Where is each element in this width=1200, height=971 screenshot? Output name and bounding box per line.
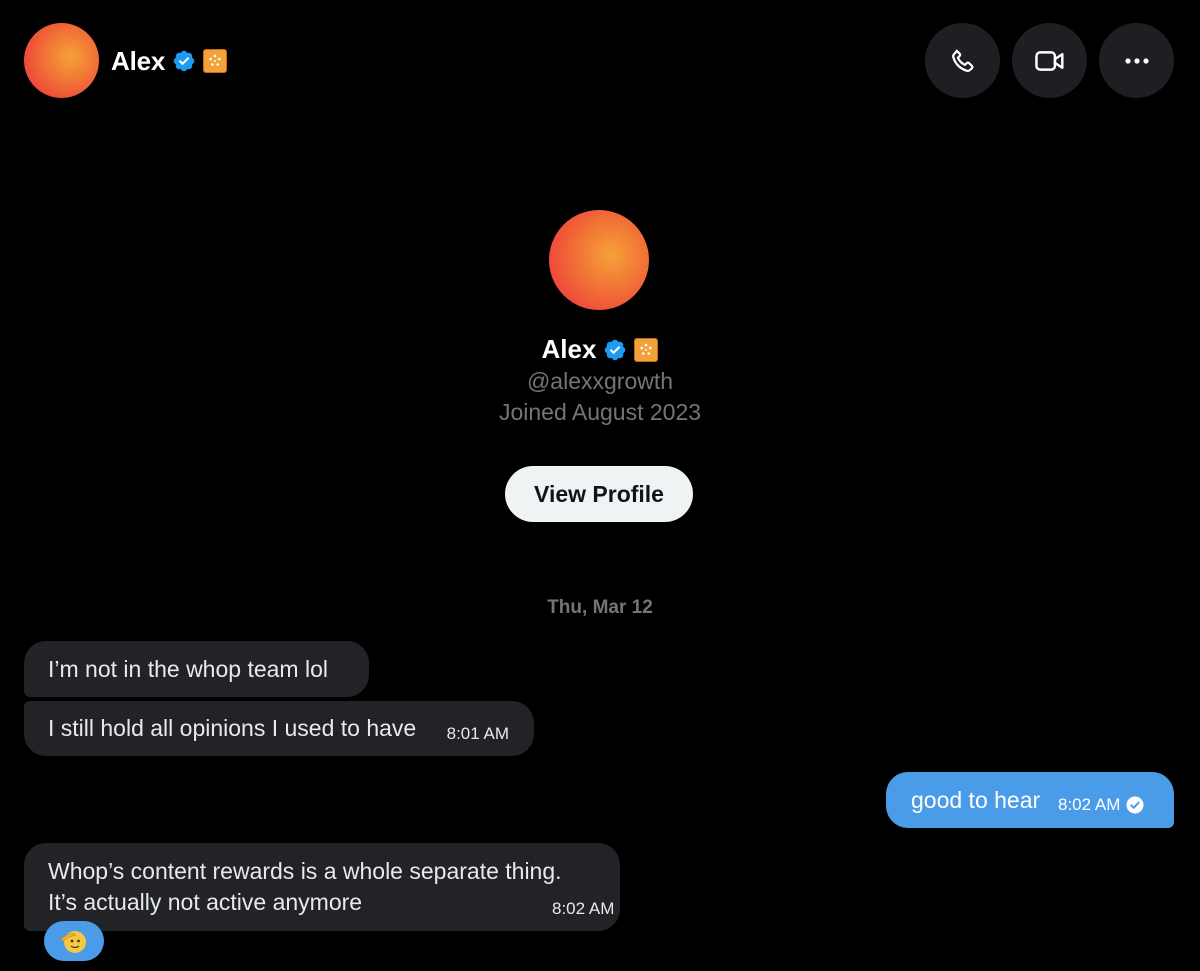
message-text: I’m not in the whop team lol	[48, 656, 328, 682]
header-name: Alex	[111, 45, 166, 76]
profile-name-row: Alex	[0, 334, 1200, 365]
received-message[interactable]: I’m not in the whop team lol	[24, 641, 369, 697]
video-camera-icon	[1034, 50, 1064, 71]
message-text: I still hold all opinions I used to have	[48, 715, 417, 741]
message-reaction[interactable]	[44, 921, 104, 961]
verified-badge-icon	[173, 50, 195, 72]
header-name-row[interactable]: Alex	[111, 44, 228, 78]
message-text-line: It’s actually not active anymore	[48, 889, 363, 915]
profile-name: Alex	[541, 334, 597, 364]
received-message[interactable]: I still hold all opinions I used to have…	[24, 701, 534, 756]
date-separator: Thu, Mar 12	[547, 597, 653, 618]
conversation-header: Alex	[0, 0, 1200, 122]
video-call-button[interactable]	[1012, 23, 1087, 98]
verified-badge-icon	[605, 339, 626, 360]
phone-icon	[951, 49, 974, 72]
affiliate-badge-icon	[634, 337, 659, 362]
message-timestamp: 8:02 AM	[1058, 795, 1121, 814]
more-options-button[interactable]	[1099, 23, 1174, 98]
more-horizontal-icon	[1124, 57, 1149, 64]
profile-handle: @alexxgrowth	[526, 368, 674, 394]
message-meta: 8:02 AM	[1058, 795, 1144, 815]
view-profile-button[interactable]: View Profile	[505, 466, 693, 522]
sent-check-icon	[1126, 796, 1144, 814]
profile-avatar[interactable]	[549, 210, 649, 310]
received-message[interactable]: Whop’s content rewards is a whole separa…	[24, 843, 620, 931]
message-text: good to hear	[911, 787, 1041, 813]
affiliate-badge-icon	[203, 49, 228, 73]
message-text-line: Whop’s content rewards is a whole separa…	[48, 858, 562, 884]
avatar[interactable]	[24, 23, 99, 98]
message-timestamp: 8:02 AM	[552, 899, 615, 918]
profile-joined-date: Joined August 2023	[498, 399, 702, 425]
saluting-face-emoji-icon	[60, 931, 86, 953]
call-button[interactable]	[925, 23, 1000, 98]
sent-message[interactable]: good to hear 8:02 AM	[886, 772, 1174, 828]
message-timestamp: 8:01 AM	[446, 724, 509, 743]
